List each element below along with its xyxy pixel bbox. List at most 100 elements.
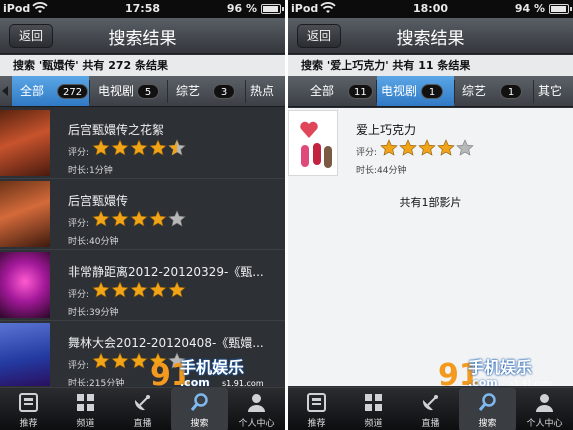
battery-icon (549, 4, 572, 14)
star-icon (130, 352, 148, 369)
tab-bar-label: 个人中心 (526, 419, 563, 429)
result-count-note: 共有1部影片 (399, 196, 462, 209)
battery-percent: 96 % (226, 2, 257, 15)
item-duration: 时长:39分钟 (68, 308, 119, 318)
star-rating (92, 210, 187, 231)
tab-bar-label: 频道 (364, 419, 383, 429)
star-icon (418, 139, 436, 156)
category-tabs: 全部 11 电视剧 1 综艺 1 其它 (288, 76, 573, 107)
tab-label: 综艺 (176, 84, 201, 98)
tab-tv-series[interactable]: 电视剧 1 (377, 76, 454, 106)
tab-bar-item[interactable]: 搜索 (459, 388, 516, 430)
tab-bar-label: 搜索 (478, 419, 497, 429)
romance-drama-poster (288, 110, 338, 176)
tab-bar-item[interactable]: 直播 (402, 388, 459, 430)
variety-show-stage (0, 252, 50, 318)
dance-show-stage (0, 323, 50, 386)
right-phone-screen: iPod 18:00 94 % 返回 搜索结果 搜索 '爱上巧克力' 共有 11… (288, 0, 573, 430)
search-icon (477, 392, 498, 413)
item-duration: 时长:40分钟 (68, 237, 119, 247)
channel-grid-icon (363, 392, 384, 413)
tab-bar-item[interactable]: 频道 (345, 388, 402, 430)
star-icon (399, 139, 417, 156)
star-icon (456, 139, 474, 156)
search-icon (189, 392, 210, 413)
star-icon (92, 139, 110, 156)
tab-count-badge: 11 (348, 84, 373, 99)
star-icon (130, 210, 148, 227)
star-icon (92, 210, 110, 227)
tab-all[interactable]: 全部 272 (12, 76, 89, 106)
star-icon (130, 139, 148, 156)
tab-variety[interactable]: 综艺 3 (168, 76, 245, 106)
status-bar: iPod 18:00 94 % (288, 0, 573, 18)
tab-count-badge: 5 (137, 84, 159, 99)
item-duration: 时长:44分钟 (356, 166, 407, 176)
tab-bar-item[interactable]: 搜索 (171, 388, 228, 430)
tab-count-badge: 272 (57, 84, 89, 99)
star-icon (149, 281, 167, 298)
search-result-list: 爱上巧克力 评分: 时长:44分钟 共有1部影片 (288, 108, 573, 386)
battery-percent: 94 % (514, 2, 545, 15)
star-icon (168, 210, 186, 227)
battery-icon (261, 4, 284, 14)
channel-grid-icon (75, 392, 96, 413)
tab-label: 热点 (250, 84, 275, 98)
tab-other[interactable]: 其它 (534, 76, 573, 106)
star-icon (92, 352, 110, 369)
tab-count-badge: 1 (500, 84, 522, 99)
rating-label: 评分: (68, 290, 90, 300)
item-title: 后宫甄嬛传之花絮 (68, 123, 165, 137)
star-icon (149, 139, 167, 156)
list-item[interactable]: 后宫甄嬛传 评分: 时长:40分钟 (0, 179, 285, 250)
tab-variety[interactable]: 综艺 1 (455, 76, 533, 106)
star-icon (380, 139, 398, 156)
tab-bar-item[interactable]: 频道 (57, 388, 114, 430)
item-title: 后宫甄嬛传 (68, 194, 129, 208)
list-item[interactable]: 非常静距离2012-20120329-《甄... 评分: 时长:39分钟 (0, 250, 285, 321)
star-icon (111, 210, 129, 227)
palace-drama-poster (0, 181, 50, 247)
rating-label: 评分: (68, 219, 90, 229)
tab-bar-label: 推荐 (307, 419, 326, 429)
tab-trending[interactable]: 热点 (246, 76, 285, 106)
star-rating (380, 139, 475, 160)
satellite-dish-icon (420, 392, 441, 413)
tab-bar-label: 直播 (133, 419, 152, 429)
search-result-list: 后宫甄嬛传之花絮 评分: 时长:1分钟 后宫甄嬛传 评分: 时长:40分钟 非常… (0, 108, 285, 386)
tab-tv-series[interactable]: 电视剧 5 (90, 76, 167, 106)
page-title: 搜索结果 (396, 29, 465, 49)
tab-label: 电视剧 (98, 84, 135, 98)
tab-label: 全部 (20, 84, 45, 98)
star-icon (168, 281, 186, 298)
item-title: 爱上巧克力 (356, 123, 417, 137)
page-title: 搜索结果 (108, 29, 177, 49)
item-title: 舞林大会2012-20120408-《甄嬛... (68, 336, 264, 350)
rating-label: 评分: (68, 361, 90, 371)
status-bar: iPod 17:58 96 % (0, 0, 285, 18)
tab-bar-item[interactable]: 直播 (114, 388, 171, 430)
recommend-icon (18, 392, 39, 413)
tab-bar-item[interactable]: 推荐 (0, 388, 57, 430)
navigation-bar: 返回 搜索结果 (0, 18, 285, 54)
search-summary: 搜索 '甄嬛传' 共有 272 条结果 (0, 55, 285, 76)
watermark-brand: 手机娱乐 (468, 358, 533, 377)
bottom-tab-bar: 推荐 频道 直播 搜索 个人中心 (0, 387, 285, 430)
star-icon (111, 281, 129, 298)
watermark-brand: 手机娱乐 (180, 358, 245, 377)
star-icon (111, 352, 129, 369)
star-icon (92, 281, 110, 298)
list-item[interactable]: 后宫甄嬛传之花絮 评分: 时长:1分钟 (0, 108, 285, 179)
star-rating (92, 139, 187, 160)
recommend-icon (306, 392, 327, 413)
tab-bar-item[interactable]: 推荐 (288, 388, 345, 430)
tab-bar-item[interactable]: 个人中心 (228, 388, 285, 430)
tab-all[interactable]: 全部 11 (288, 76, 376, 106)
tab-bar-label: 频道 (76, 419, 95, 429)
tab-bar-item[interactable]: 个人中心 (516, 388, 573, 430)
palace-drama-poster (0, 110, 50, 176)
scroll-left-arrow-icon[interactable] (2, 86, 8, 96)
user-icon (534, 392, 555, 413)
list-item[interactable]: 爱上巧克力 评分: 时长:44分钟 (288, 108, 573, 179)
satellite-dish-icon (132, 392, 153, 413)
